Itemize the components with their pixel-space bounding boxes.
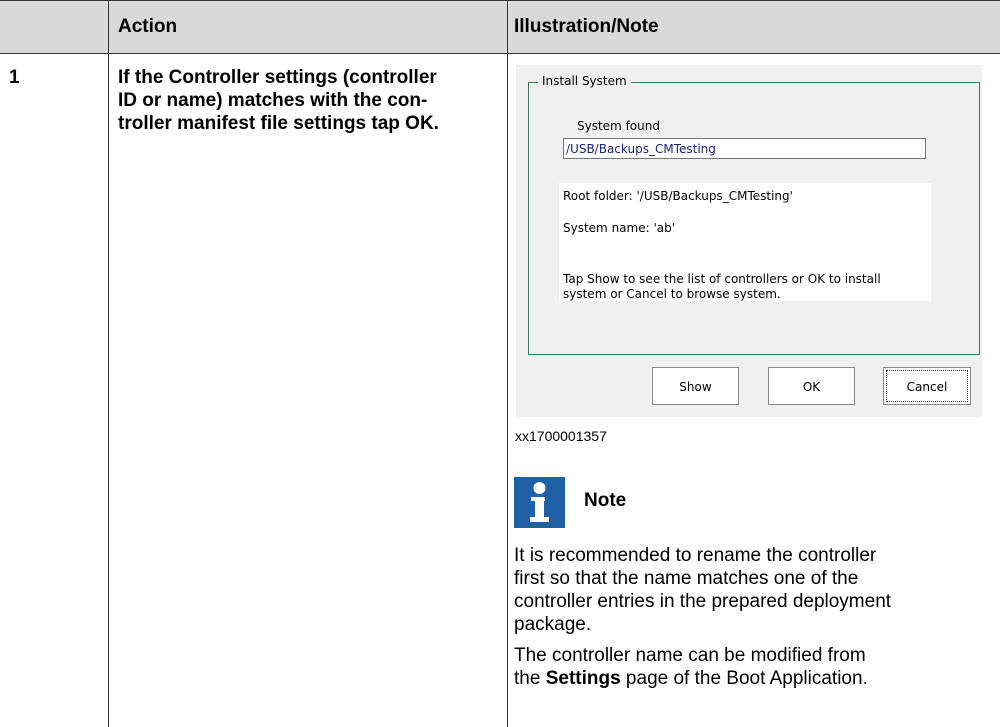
system-name-text: System name: 'ab'	[563, 221, 676, 235]
action-line-1: If the Controller settings (controller	[118, 67, 437, 88]
note-para2-post: page of the Boot Application.	[620, 668, 868, 689]
header-action: Action	[118, 16, 178, 37]
ok-button[interactable]: OK	[768, 367, 855, 405]
system-path-field[interactable]: /USB/Backups_CMTesting	[563, 138, 926, 159]
table-top-border	[0, 0, 1000, 1]
note-para1-line1: It is recommended to rename the controll…	[514, 545, 877, 566]
system-found-label: System found	[577, 119, 660, 133]
note-para2-line2: the Settings page of the Boot Applicatio…	[514, 667, 868, 690]
note-para1-line2: first so that the name matches one of th…	[514, 568, 859, 589]
show-button[interactable]: Show	[652, 367, 739, 405]
header-divider	[0, 53, 1000, 54]
install-system-dialog: Install System System found /USB/Backups…	[516, 65, 982, 417]
action-ok-keyword: OK	[405, 113, 434, 134]
groupbox-title: Install System	[538, 74, 631, 88]
column-divider-2	[507, 0, 508, 727]
root-folder-text: Root folder: '/USB/Backups_CMTesting'	[563, 189, 793, 203]
figure-id: xx1700001357	[515, 428, 607, 444]
column-divider-1	[108, 0, 109, 727]
info-icon-glyph	[530, 482, 549, 522]
action-line-3-text: troller manifest file settings tap	[118, 113, 406, 134]
system-info-box: Root folder: '/USB/Backups_CMTesting' Sy…	[559, 183, 931, 301]
note-para1-line4: package.	[514, 614, 592, 635]
hint-line-1: Tap Show to see the list of controllers …	[563, 272, 881, 286]
note-para2-line1: The controller name can be modified from	[514, 645, 866, 666]
info-icon	[514, 477, 565, 528]
note-para1-line3: controller entries in the prepared deplo…	[514, 591, 892, 612]
settings-keyword: Settings	[545, 668, 621, 689]
step-number: 1	[9, 67, 20, 88]
header-illustration: Illustration/Note	[514, 16, 659, 37]
note-para2-pre: the	[514, 668, 546, 689]
action-line-3: troller manifest file settings tap OK.	[118, 112, 439, 135]
hint-line-2: system or Cancel to browse system.	[563, 287, 781, 301]
note-title: Note	[584, 490, 627, 511]
action-line-2: ID or name) matches with the con-	[118, 90, 428, 111]
action-period: .	[433, 113, 439, 134]
cancel-button[interactable]: Cancel	[883, 367, 971, 405]
